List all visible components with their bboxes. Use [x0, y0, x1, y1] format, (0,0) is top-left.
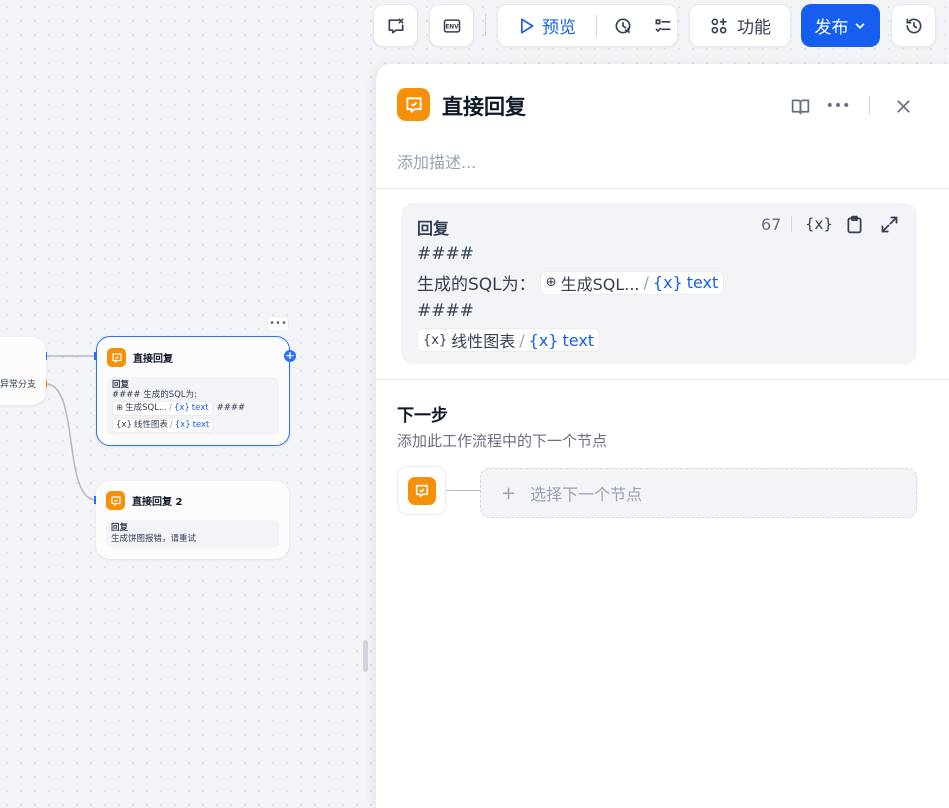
edge-branch-to-node2	[45, 383, 97, 501]
message-check-icon	[388, 18, 403, 34]
preview-label: 预览	[542, 18, 576, 38]
reply-text: 生成的SQL为：	[417, 275, 536, 295]
more-icon: •••	[825, 98, 851, 114]
book-icon	[791, 99, 809, 114]
add-next-node-button[interactable]: +	[284, 350, 296, 362]
node-body-label: 回复	[111, 523, 129, 533]
chip-node-name: 生成SQL...	[125, 403, 168, 413]
preview-group: 预览	[497, 4, 678, 47]
expand-icon	[881, 216, 897, 232]
close-icon	[896, 99, 910, 113]
chip-var-name: text	[686, 273, 719, 292]
variable-icon: {x}	[528, 330, 559, 350]
variable-icon: {x}	[805, 215, 833, 233]
plus-icon: +	[501, 482, 517, 504]
variable-icon: {x}	[652, 273, 683, 292]
code-icon: ⊕	[116, 403, 124, 413]
reply-node-1[interactable]: 直接回复 回复 #### 生成的SQL为: ⊕ 生成SQL... / {x} t…	[96, 336, 296, 446]
env-button[interactable]: ENV	[429, 4, 474, 47]
node-body-label: 回复	[112, 380, 130, 390]
reply-line-4: {x} 线性图表 / {x} text	[417, 328, 601, 352]
node-body-tail: ####	[216, 403, 246, 413]
variable-chip: ⊕ 生成SQL... / {x} text	[112, 401, 213, 416]
current-node-block	[397, 466, 446, 515]
chip-node-name: 生成SQL...	[560, 274, 640, 294]
next-step-description: 添加此工作流程中的下一个节点	[397, 432, 608, 450]
features-button[interactable]: 功能	[689, 4, 791, 47]
reply-node-icon	[106, 491, 125, 510]
reply-line-1: ####	[417, 244, 474, 264]
header-divider	[869, 96, 870, 114]
publish-label: 发布	[814, 18, 849, 38]
help-docs-button[interactable]	[788, 94, 812, 118]
select-next-node-label: 选择下一个节点	[530, 485, 643, 504]
expand-button[interactable]	[877, 212, 901, 236]
checklist-button[interactable]	[373, 4, 418, 47]
description-input[interactable]: 添加描述...	[397, 149, 476, 173]
history-icon	[906, 18, 921, 33]
select-next-node-button[interactable]: + 选择下一个节点	[480, 468, 917, 518]
node-more-button[interactable]: •••	[267, 316, 289, 332]
variable-chip[interactable]: {x} 线性图表 / {x} text	[417, 328, 601, 352]
close-panel-button[interactable]	[891, 94, 915, 118]
next-step-title: 下一步	[397, 406, 448, 426]
divider	[376, 188, 949, 189]
connector-line	[446, 490, 480, 491]
version-history-button[interactable]	[891, 4, 936, 47]
run-history-icon[interactable]	[613, 16, 633, 36]
node-title: 直接回复 2	[132, 497, 183, 508]
publish-button[interactable]: 发布	[801, 4, 880, 47]
node-title: 直接回复	[133, 354, 173, 365]
node-config-panel: 直接回复 ••• 添加描述... 回复 67 {x} #### 生成的SQL为：…	[375, 64, 949, 808]
play-icon	[521, 18, 534, 34]
node-body-line: #### 生成的SQL为:	[112, 390, 197, 400]
reply-node-2[interactable]: 直接回复 2 回复 生成饼图报错，请重试	[96, 481, 289, 559]
reply-line-2: 生成的SQL为： ⊕ 生成SQL... / {x} text	[417, 270, 725, 295]
insert-variable-button[interactable]: {x}	[805, 212, 833, 236]
count-divider	[791, 216, 792, 232]
variable-chip[interactable]: ⊕ 生成SQL... / {x} text	[539, 270, 725, 295]
divider	[376, 379, 949, 380]
preview-button[interactable]: 预览	[516, 13, 576, 38]
chevron-down-icon	[855, 22, 864, 29]
variable-icon: {x}	[423, 332, 448, 348]
more-actions-button[interactable]: •••	[825, 94, 851, 118]
preview-divider	[596, 14, 597, 37]
reply-editor[interactable]: 回复 67 {x} #### 生成的SQL为： ⊕ 生成SQL... / {x}…	[401, 203, 917, 364]
code-icon: ⊕	[545, 275, 557, 290]
node-body: 回复 #### 生成的SQL为: ⊕ 生成SQL... / {x} text #…	[107, 377, 279, 435]
checklist-icon[interactable]	[653, 16, 673, 36]
reply-node-icon	[397, 88, 430, 121]
variable-icon: {x}	[116, 420, 132, 430]
chip-var-name: text	[192, 420, 210, 430]
toolbar-divider	[485, 14, 486, 36]
variable-icon: {x}	[173, 403, 190, 413]
node-body: 回复 生成饼图报错，请重试	[106, 520, 279, 548]
branch-label: 异常分支	[0, 380, 37, 390]
chip-node-name: 线性图表	[133, 420, 168, 430]
chip-node-name: 线性图表	[451, 332, 516, 351]
chip-var-name: text	[562, 330, 595, 350]
node-body-line: 生成饼图报错，请重试	[111, 534, 197, 544]
reply-node-icon	[407, 476, 436, 505]
env-icon: ENV	[443, 18, 460, 33]
char-count: 67	[761, 215, 782, 234]
apps-icon	[711, 18, 727, 33]
variable-chip: {x} 线性图表 / {x} text	[112, 418, 214, 433]
reply-node-icon	[107, 348, 126, 367]
reply-line-3: ####	[417, 301, 474, 321]
variable-icon: {x}	[174, 420, 191, 430]
copy-button[interactable]	[842, 212, 866, 236]
clipboard-icon	[847, 215, 861, 233]
branch-node-partial[interactable]: 异常分支	[0, 337, 46, 405]
svg-text:ENV: ENV	[445, 24, 459, 30]
chip-var-name: text	[191, 403, 209, 413]
panel-resize-handle[interactable]	[363, 640, 368, 672]
features-label: 功能	[737, 18, 771, 38]
reply-label: 回复	[417, 219, 450, 238]
panel-title[interactable]: 直接回复	[442, 91, 526, 121]
